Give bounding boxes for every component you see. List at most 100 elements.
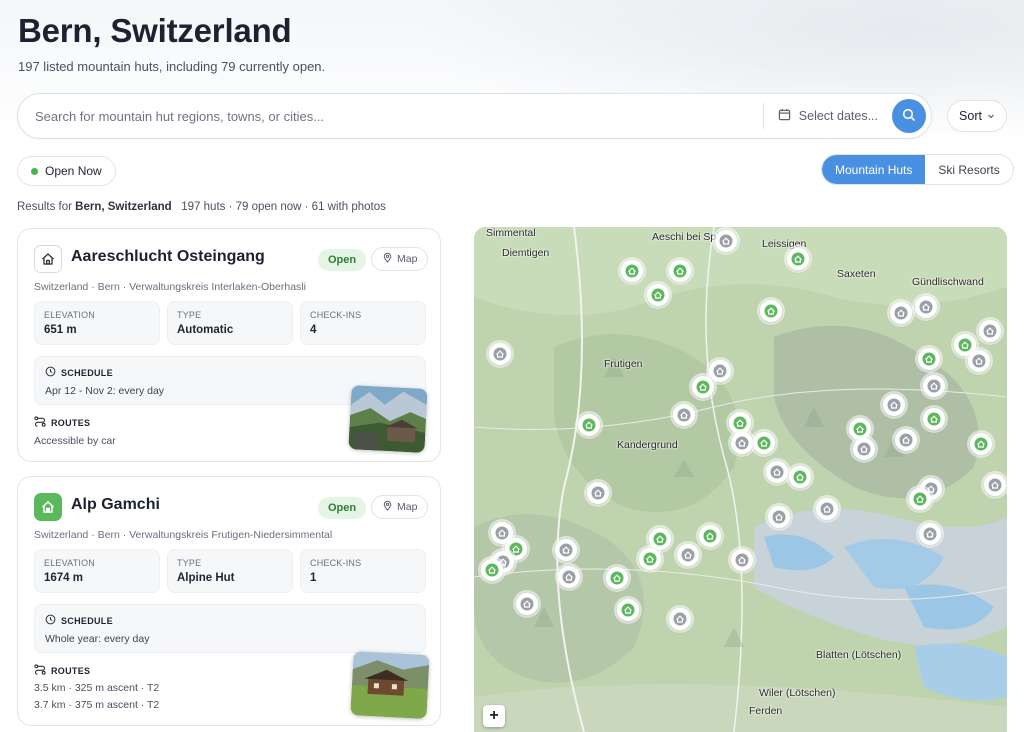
open-hut-marker[interactable]	[606, 567, 628, 589]
map-button[interactable]: Map	[371, 495, 429, 519]
closed-hut-marker[interactable]	[883, 394, 905, 416]
map-place-label: Blatten (Lötschen)	[816, 649, 902, 661]
hut-name[interactable]: Aareschlucht Osteingang	[71, 248, 265, 266]
hut-photo[interactable]	[348, 385, 428, 453]
map-place-label: Saxeten	[837, 268, 876, 280]
closed-hut-marker[interactable]	[709, 360, 731, 382]
open-hut-marker[interactable]	[760, 300, 782, 322]
closed-hut-marker[interactable]	[768, 506, 790, 528]
open-hut-marker[interactable]	[699, 525, 721, 547]
open-now-label: Open Now	[45, 164, 102, 178]
closed-hut-marker[interactable]	[587, 482, 609, 504]
zoom-in-button[interactable]: +	[483, 705, 505, 727]
open-hut-marker[interactable]	[481, 559, 503, 581]
closed-hut-marker[interactable]	[677, 544, 699, 566]
closed-hut-marker[interactable]	[919, 523, 941, 545]
tab-ski-resorts[interactable]: Ski Resorts	[925, 155, 1012, 184]
open-hut-marker[interactable]	[621, 260, 643, 282]
open-hut-marker[interactable]	[669, 260, 691, 282]
type-stat: TYPE Automatic	[167, 301, 293, 345]
closed-hut-marker[interactable]	[731, 549, 753, 571]
open-hut-marker[interactable]	[970, 433, 992, 455]
map-button[interactable]: Map	[371, 247, 429, 271]
map-pin-icon	[382, 252, 393, 266]
open-hut-marker[interactable]	[753, 432, 775, 454]
open-hut-marker[interactable]	[918, 348, 940, 370]
closed-hut-marker[interactable]	[516, 593, 538, 615]
status-badge: Open	[318, 497, 367, 519]
tab-mountain-huts[interactable]: Mountain Huts	[822, 155, 926, 184]
closed-hut-marker[interactable]	[915, 296, 937, 318]
search-icon	[902, 108, 916, 125]
closed-hut-marker[interactable]	[853, 438, 875, 460]
closed-hut-marker[interactable]	[673, 404, 695, 426]
routes-label: ROUTES	[34, 416, 90, 429]
date-picker[interactable]: Select dates...	[764, 94, 892, 138]
closed-hut-marker[interactable]	[984, 474, 1006, 496]
stat-value: 1	[310, 572, 317, 584]
map-place-label: Diemtigen	[502, 247, 550, 259]
closed-hut-marker[interactable]	[968, 350, 990, 372]
stat-label: TYPE	[177, 558, 202, 568]
results-place: Bern, Switzerland	[75, 201, 172, 213]
closed-hut-marker[interactable]	[923, 375, 945, 397]
routes-label: ROUTES	[34, 664, 90, 677]
closed-hut-marker[interactable]	[555, 539, 577, 561]
open-hut-marker[interactable]	[639, 548, 661, 570]
search-input[interactable]	[18, 94, 763, 138]
schedule-text: Apr 12 - Nov 2: every day	[45, 385, 165, 397]
stat-value: 1674 m	[44, 572, 84, 584]
search-bar: Select dates...	[17, 93, 932, 139]
hut-card[interactable]: Alp Gamchi Open Map Switzerland · Bern ·…	[17, 476, 441, 726]
open-now-filter[interactable]: Open Now	[17, 156, 116, 186]
open-hut-marker[interactable]	[789, 466, 811, 488]
closed-hut-marker[interactable]	[766, 461, 788, 483]
hut-icon	[34, 245, 62, 273]
map-button-label: Map	[397, 501, 418, 513]
hut-location: Switzerland · Bern · Verwaltungskreis Fr…	[34, 529, 333, 541]
date-picker-label: Select dates...	[798, 109, 878, 123]
results-counts: 197 huts · 79 open now · 61 with photos	[181, 201, 386, 213]
route-icon	[34, 664, 46, 677]
open-hut-marker[interactable]	[647, 284, 669, 306]
results-prefix: Results for	[17, 201, 72, 213]
elevation-stat: ELEVATION 651 m	[34, 301, 160, 345]
route-text: 3.5 km · 325 m ascent · T2	[34, 682, 160, 694]
stat-value: Automatic	[177, 324, 234, 336]
open-hut-marker[interactable]	[849, 418, 871, 440]
closed-hut-marker[interactable]	[669, 608, 691, 630]
clock-icon	[45, 614, 56, 627]
schedule-text: Whole year: every day	[45, 633, 150, 645]
map-pin-icon	[382, 500, 393, 514]
sort-button[interactable]: Sort	[947, 100, 1007, 132]
open-hut-marker[interactable]	[787, 248, 809, 270]
closed-hut-marker[interactable]	[979, 320, 1001, 342]
sort-label: Sort	[959, 109, 982, 123]
open-hut-marker[interactable]	[692, 376, 714, 398]
open-status-dot	[31, 167, 38, 175]
hut-photo[interactable]	[350, 651, 430, 719]
chevron-down-icon	[987, 109, 995, 123]
map-button-label: Map	[397, 253, 418, 265]
closed-hut-marker[interactable]	[715, 230, 737, 252]
closed-hut-marker[interactable]	[489, 343, 511, 365]
map-place-label: Wiler (Lötschen)	[759, 687, 836, 699]
hut-card[interactable]: Aareschlucht Osteingang Open Map Switzer…	[17, 228, 441, 462]
search-button[interactable]	[892, 99, 926, 133]
closed-hut-marker[interactable]	[816, 498, 838, 520]
closed-hut-marker[interactable]	[731, 432, 753, 454]
open-hut-marker[interactable]	[649, 528, 671, 550]
hut-name[interactable]: Alp Gamchi	[71, 496, 160, 514]
map-panel[interactable]: Simmental Aeschi bei Spiez Leissigen Die…	[474, 227, 1007, 732]
open-hut-marker[interactable]	[909, 488, 931, 510]
calendar-icon	[778, 108, 791, 124]
open-hut-marker[interactable]	[617, 599, 639, 621]
closed-hut-marker[interactable]	[890, 302, 912, 324]
open-hut-marker[interactable]	[923, 408, 945, 430]
closed-hut-marker[interactable]	[558, 566, 580, 588]
closed-hut-marker[interactable]	[895, 429, 917, 451]
type-stat: TYPE Alpine Hut	[167, 549, 293, 593]
results-summary: Results for Bern, Switzerland 197 huts ·…	[17, 201, 386, 213]
open-hut-marker[interactable]	[729, 412, 751, 434]
open-hut-marker[interactable]	[578, 414, 600, 436]
